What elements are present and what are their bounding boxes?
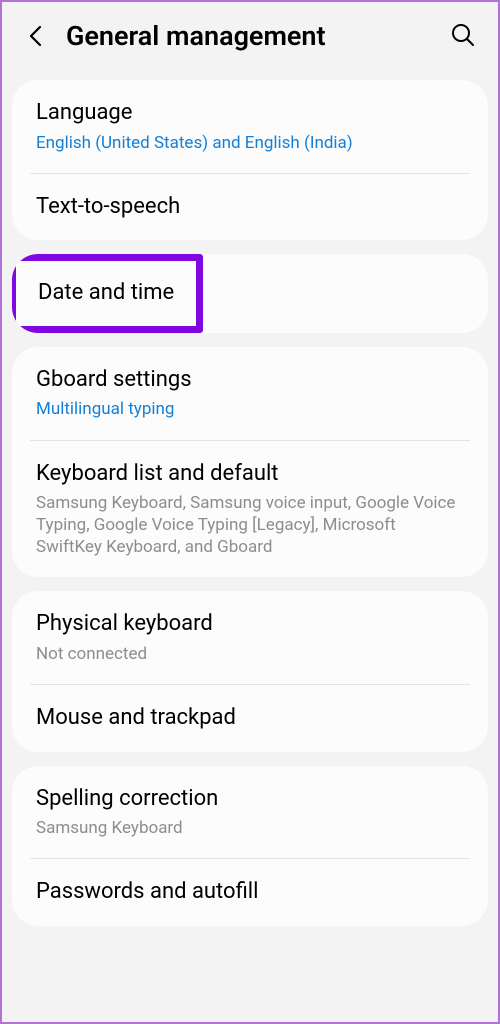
- page-title: General management: [66, 20, 432, 52]
- item-title: Passwords and autofill: [36, 878, 464, 907]
- item-subtitle: Samsung Keyboard, Samsung voice input, G…: [36, 492, 464, 558]
- settings-card: Spelling correction Samsung Keyboard Pas…: [12, 766, 488, 926]
- item-title: Physical keyboard: [36, 610, 464, 639]
- item-subtitle: Multilingual typing: [36, 398, 464, 420]
- item-title: Mouse and trackpad: [36, 704, 464, 733]
- item-title: Text-to-speech: [36, 193, 464, 222]
- settings-item-text-to-speech[interactable]: Text-to-speech: [12, 174, 488, 241]
- settings-item-mouse-trackpad[interactable]: Mouse and trackpad: [12, 685, 488, 752]
- back-icon[interactable]: [22, 23, 48, 49]
- settings-item-date-and-time[interactable]: Date and time: [12, 254, 488, 333]
- item-subtitle: Not connected: [36, 643, 464, 665]
- item-subtitle: Samsung Keyboard: [36, 817, 464, 839]
- item-title: Gboard settings: [36, 366, 464, 395]
- search-icon[interactable]: [450, 22, 478, 50]
- settings-item-language[interactable]: Language English (United States) and Eng…: [12, 80, 488, 173]
- item-title: Date and time: [38, 280, 174, 305]
- settings-card: Date and time: [12, 254, 488, 333]
- item-title: Spelling correction: [36, 785, 464, 814]
- settings-item-passwords-autofill[interactable]: Passwords and autofill: [12, 859, 488, 926]
- settings-card: Physical keyboard Not connected Mouse an…: [12, 591, 488, 751]
- settings-item-keyboard-list[interactable]: Keyboard list and default Samsung Keyboa…: [12, 441, 488, 578]
- item-subtitle: English (United States) and English (Ind…: [36, 132, 464, 154]
- header: General management: [2, 2, 498, 66]
- settings-item-physical-keyboard[interactable]: Physical keyboard Not connected: [12, 591, 488, 684]
- item-title: Language: [36, 99, 464, 128]
- item-title: Keyboard list and default: [36, 460, 464, 489]
- highlight-box: Date and time: [12, 254, 203, 333]
- settings-card: Language English (United States) and Eng…: [12, 80, 488, 240]
- settings-item-gboard-settings[interactable]: Gboard settings Multilingual typing: [12, 347, 488, 440]
- settings-item-spelling-correction[interactable]: Spelling correction Samsung Keyboard: [12, 766, 488, 859]
- settings-card: Gboard settings Multilingual typing Keyb…: [12, 347, 488, 578]
